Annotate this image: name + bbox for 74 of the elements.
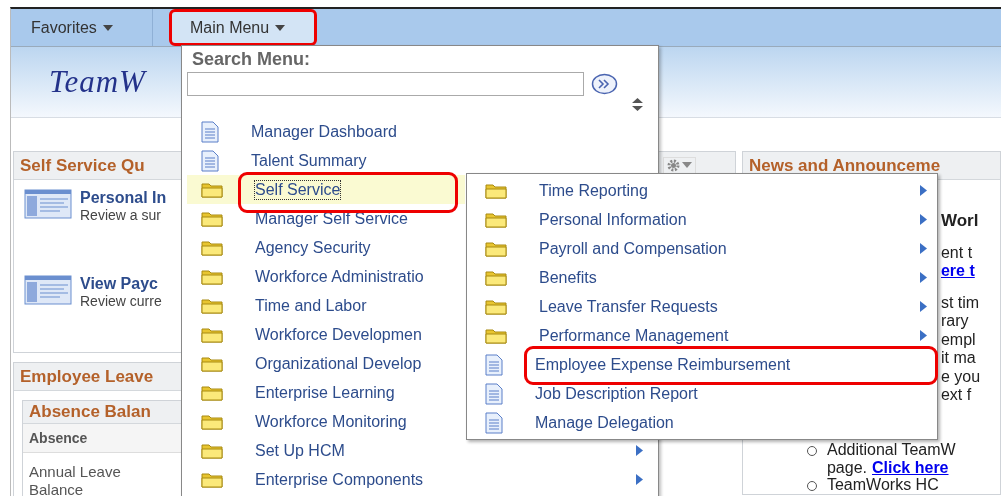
caret-icon (102, 24, 113, 31)
folder-icon (201, 384, 223, 401)
link-title[interactable]: View Payc (80, 275, 162, 293)
menu-item[interactable]: Workforce Administratio (187, 262, 465, 291)
menu-item[interactable]: Personal Information (467, 205, 937, 234)
submenu-arrow-icon (636, 445, 643, 456)
menu-item[interactable]: Agency Security (187, 233, 465, 262)
window-icon (24, 189, 72, 219)
table-cell-text: Annual Leave Balance (28, 462, 122, 496)
submenu-arrow-icon (920, 185, 927, 196)
news-text: it ma (940, 349, 976, 368)
caret-icon (275, 24, 286, 31)
news-text: page. (826, 458, 867, 476)
folder-icon (201, 210, 223, 227)
menu-item[interactable]: Time and Labor (187, 291, 465, 320)
menu-item[interactable]: Manager Dashboard (187, 117, 465, 146)
menu-tab[interactable]: Favorites (13, 9, 153, 46)
submenu-arrow-icon (636, 474, 643, 485)
news-text: empl (940, 330, 976, 349)
folder-icon (201, 413, 223, 430)
news-text: rary (940, 312, 969, 331)
submenu-arrow-icon (920, 301, 927, 312)
news-text: ext f (940, 386, 972, 405)
submenu-arrow-icon (920, 272, 927, 283)
document-icon (201, 149, 219, 172)
window-icon (24, 275, 72, 305)
news-text: e you (940, 367, 981, 386)
document-icon (201, 120, 219, 143)
news-text: st tim (940, 293, 980, 312)
folder-icon (485, 240, 507, 257)
news-text: ent t (940, 243, 973, 262)
document-icon (485, 353, 503, 376)
folder-icon (485, 327, 507, 344)
caret-icon (682, 162, 693, 168)
menu-item[interactable]: Self Service (187, 175, 465, 204)
submenu-arrow-icon (920, 243, 927, 254)
folder-icon (201, 239, 223, 256)
folder-icon (201, 297, 223, 314)
link-description: Review a sur (80, 207, 162, 223)
menu-tab[interactable]: Main Menu (169, 9, 317, 46)
menu-item[interactable]: Performance Management (467, 321, 937, 350)
folder-icon (485, 211, 507, 228)
submenu-arrow-icon (920, 214, 927, 225)
folder-icon (201, 471, 223, 488)
folder-icon (201, 355, 223, 372)
link[interactable]: ere t (940, 262, 975, 281)
link-description: Review curre (80, 293, 162, 309)
menu-item[interactable]: Enterprise Components (187, 465, 649, 494)
link[interactable]: Click here (872, 458, 949, 476)
folder-icon (201, 326, 223, 343)
folder-icon (485, 298, 507, 315)
menu-item[interactable]: Benefits (467, 263, 937, 292)
menu-item[interactable]: Leave Transfer Requests (467, 292, 937, 321)
news-heading: Worl (940, 212, 979, 231)
folder-icon (201, 442, 223, 459)
folder-icon (485, 182, 507, 199)
menu-item[interactable]: Workforce Developmen (187, 320, 465, 349)
news-text: TeamWorks HC (826, 476, 939, 494)
search-label: Search Menu: (192, 49, 312, 70)
folder-icon (201, 181, 223, 198)
search-field[interactable] (187, 72, 584, 96)
submenu-arrow-icon (920, 330, 927, 341)
go-button[interactable] (591, 73, 618, 95)
folder-icon (485, 269, 507, 286)
menu-item[interactable]: Payroll and Compensation (467, 234, 937, 263)
settings-icon (667, 158, 681, 172)
sort-icon (632, 98, 643, 111)
link-title[interactable]: Personal In (80, 189, 167, 207)
menu-item[interactable]: Manage Delegation (467, 408, 937, 437)
news-text: Additional TeamW (826, 441, 956, 459)
document-icon (485, 411, 503, 434)
document-icon (485, 382, 503, 405)
folder-icon (201, 268, 223, 285)
logo-text: TeamW (49, 64, 146, 100)
